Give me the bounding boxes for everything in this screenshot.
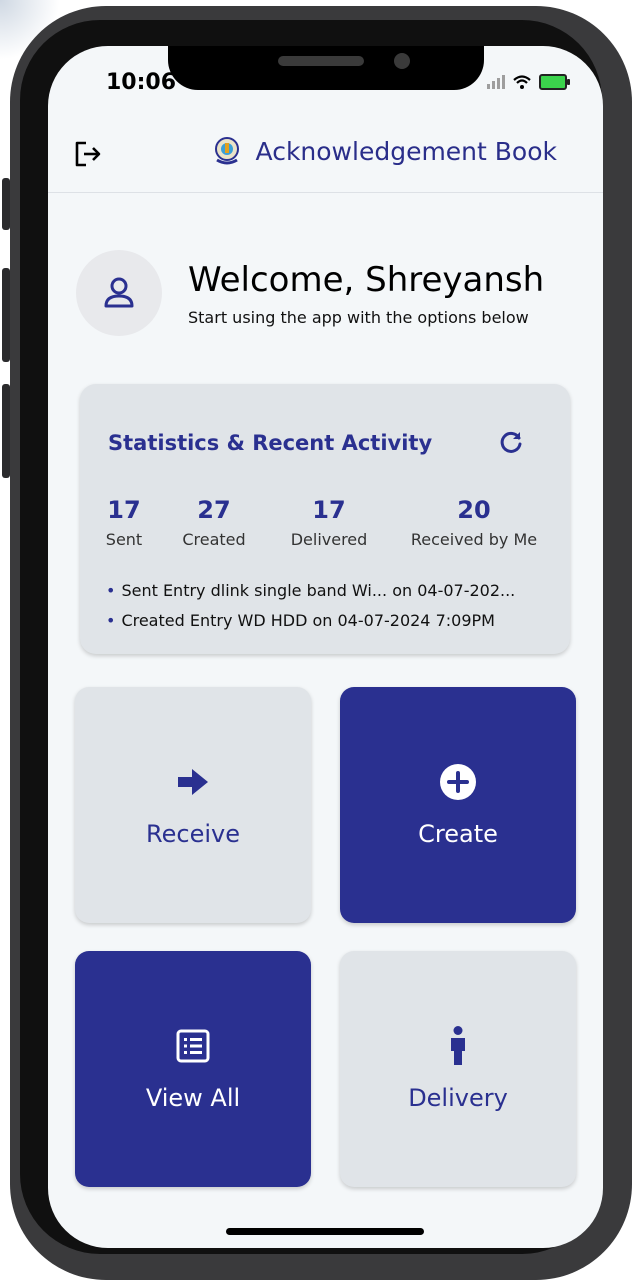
- status-time: 10:06: [106, 70, 177, 95]
- emblem-logo-icon: [214, 137, 239, 165]
- stat-value: 27: [197, 496, 231, 524]
- stat-value: 20: [457, 496, 491, 524]
- bullet-icon: •: [106, 611, 116, 630]
- refresh-icon: [500, 431, 522, 453]
- home-indicator[interactable]: [226, 1228, 424, 1235]
- signal-icon: [487, 75, 505, 89]
- volume-down-button: [2, 384, 10, 478]
- activity-item[interactable]: • Created Entry WD HDD on 04-07-2024 7:09…: [106, 606, 556, 636]
- wifi-icon: [513, 75, 531, 89]
- stat-created: 27 Created: [174, 496, 254, 549]
- logout-button[interactable]: [70, 136, 106, 172]
- user-icon: [104, 277, 134, 308]
- stat-sent: 17 Sent: [104, 496, 144, 549]
- mute-switch: [2, 178, 10, 230]
- app-title: Acknowledgement Book: [255, 136, 557, 166]
- refresh-button[interactable]: [498, 430, 524, 456]
- receive-label: Receive: [146, 820, 240, 848]
- stat-label: Created: [182, 530, 246, 549]
- stat-label: Delivered: [290, 530, 368, 549]
- volume-up-button: [2, 268, 10, 362]
- logout-icon: [75, 141, 101, 167]
- welcome-subtitle: Start using the app with the options bel…: [188, 308, 529, 327]
- stat-delivered: 17 Delivered: [284, 496, 374, 549]
- activity-item[interactable]: • Sent Entry dlink single band Wi... on 0…: [106, 576, 556, 606]
- status-icons: [487, 74, 570, 90]
- activity-text: Created Entry WD HDD on 04-07-2024 7:09P…: [121, 611, 495, 630]
- stat-value: 17: [312, 496, 346, 524]
- welcome-title: Welcome, Shreyansh: [188, 260, 545, 300]
- person-icon: [438, 1026, 478, 1066]
- bullet-icon: •: [106, 581, 116, 600]
- arrow-right-icon: [173, 762, 213, 802]
- create-button[interactable]: Create: [340, 687, 576, 923]
- list-icon: [173, 1026, 213, 1066]
- camera: [394, 53, 410, 69]
- battery-icon: [539, 74, 570, 90]
- delivery-label: Delivery: [408, 1084, 508, 1112]
- plus-circle-icon: [438, 762, 478, 802]
- stats-card: Statistics & Recent Activity 17 Sent 27 …: [80, 384, 570, 654]
- receive-button[interactable]: Receive: [75, 687, 311, 923]
- view-all-button[interactable]: View All: [75, 951, 311, 1187]
- avatar: [76, 250, 162, 336]
- app-screen: 10:06 Acknowledgement Book Welcome, Shre…: [48, 46, 603, 1248]
- stat-label: Sent: [105, 530, 143, 549]
- stat-received: 20 Received by Me: [404, 496, 544, 549]
- speaker: [278, 56, 364, 66]
- stats-title: Statistics & Recent Activity: [108, 431, 433, 455]
- view-all-label: View All: [145, 1084, 241, 1112]
- stat-label: Received by Me: [410, 530, 538, 549]
- stat-value: 17: [107, 496, 141, 524]
- notch: [168, 46, 484, 90]
- delivery-button[interactable]: Delivery: [340, 951, 576, 1187]
- app-title-group: Acknowledgement Book: [212, 136, 557, 166]
- app-bar: Acknowledgement Book: [48, 120, 603, 193]
- activity-text: Sent Entry dlink single band Wi... on 04…: [121, 581, 516, 600]
- recent-activity-list: • Sent Entry dlink single band Wi... on 0…: [106, 576, 556, 636]
- create-label: Create: [418, 820, 498, 848]
